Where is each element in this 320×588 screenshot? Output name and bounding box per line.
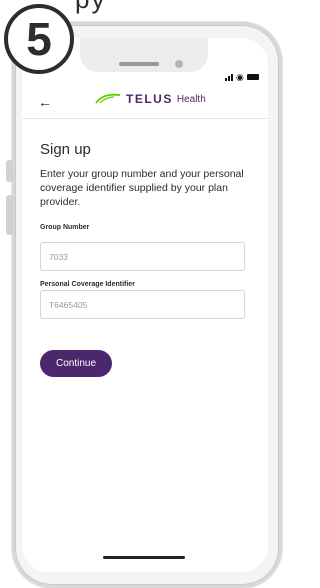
group-number-input[interactable]: 7033 [40, 242, 245, 271]
brand-sub-label: Health [176, 93, 206, 105]
step-number-badge: 5 [4, 4, 74, 74]
side-button-1 [6, 160, 14, 182]
status-bar: ◉ [225, 72, 259, 82]
personal-coverage-input[interactable]: T6465405 [40, 290, 245, 319]
phone-notch [80, 38, 208, 72]
continue-button[interactable]: Continue [40, 350, 112, 377]
app-header: ← TELUS Health [22, 88, 268, 119]
page-description: Enter your group number and your persona… [40, 168, 244, 208]
battery-icon [246, 74, 259, 80]
personal-coverage-label: Personal Coverage Identifier [40, 281, 135, 288]
signal-icon [225, 73, 233, 81]
telus-health-logo: TELUS Health [94, 92, 206, 106]
back-arrow-icon[interactable]: ← [38, 94, 52, 110]
side-button-2 [6, 195, 14, 235]
partial-heading-text: py [75, 0, 106, 15]
telus-logo-icon [95, 93, 121, 104]
page-title: Sign up [40, 141, 91, 158]
wifi-icon: ◉ [236, 72, 244, 82]
group-number-label: Group Number [40, 224, 90, 231]
speaker-icon [119, 62, 159, 66]
home-indicator[interactable] [103, 556, 185, 559]
camera-icon [175, 60, 183, 68]
brand-label: TELUS [126, 92, 173, 106]
